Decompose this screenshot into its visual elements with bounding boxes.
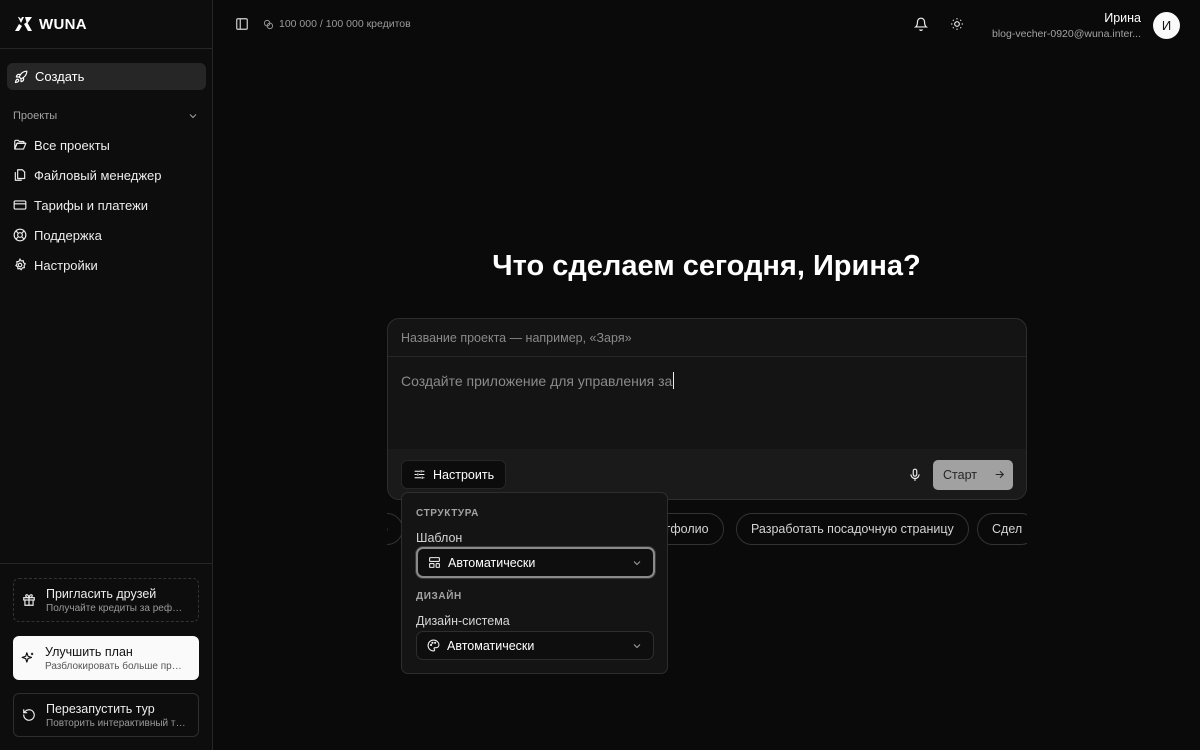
projects-nav: Все проекты Файловый менеджер Тарифы и п… bbox=[13, 130, 199, 280]
design-section-label: ДИЗАЙН bbox=[416, 591, 462, 602]
invite-title: Пригласить друзей bbox=[46, 586, 157, 601]
user-email: blog-vecher-0920@wuna.inter... bbox=[992, 28, 1141, 40]
avatar[interactable]: И bbox=[1153, 12, 1180, 39]
template-label: Шаблон bbox=[416, 531, 463, 545]
user-menu[interactable]: Ирина blog-vecher-0920@wuna.inter... И bbox=[992, 11, 1180, 40]
rocket-icon bbox=[14, 70, 28, 84]
invite-subtitle: Получайте кредиты за реферальную програм… bbox=[46, 602, 186, 614]
gear-icon bbox=[13, 258, 27, 272]
palette-icon bbox=[427, 639, 440, 652]
create-button-label: Создать bbox=[35, 69, 85, 84]
template-value: Автоматически bbox=[448, 555, 536, 570]
wuna-logo-icon bbox=[13, 15, 33, 33]
restart-tour-card[interactable]: Перезапустить тур Повторить интерактивны… bbox=[13, 693, 199, 737]
sidebar-item-all-projects[interactable]: Все проекты bbox=[13, 130, 199, 160]
design-system-select[interactable]: Автоматически bbox=[416, 631, 654, 660]
chevron-down-icon bbox=[631, 640, 643, 652]
sparkles-icon bbox=[21, 651, 35, 665]
sun-icon[interactable] bbox=[950, 17, 964, 31]
files-icon bbox=[13, 168, 27, 182]
bell-icon[interactable] bbox=[914, 17, 928, 31]
text-caret bbox=[673, 372, 675, 389]
topbar-left: 100 000 / 100 000 кредитов bbox=[235, 17, 411, 31]
sidebar: WUNA Создать Проекты Все проекты Файловы… bbox=[0, 0, 213, 750]
create-button[interactable]: Создать bbox=[7, 63, 206, 90]
upgrade-plan-card[interactable]: Улучшить план Разблокировать больше преи… bbox=[13, 636, 199, 680]
configure-label: Настроить bbox=[433, 467, 495, 482]
configure-button[interactable]: Настроить bbox=[401, 460, 507, 489]
credits-indicator: 100 000 / 100 000 кредитов bbox=[263, 18, 411, 30]
projects-header: Проекты bbox=[13, 110, 58, 122]
sidebar-item-settings[interactable]: Настройки bbox=[13, 250, 199, 280]
project-name-input[interactable]: Название проекта — например, «Заря» bbox=[388, 319, 1026, 357]
sliders-icon bbox=[413, 468, 426, 481]
upgrade-title: Улучшить план bbox=[45, 644, 133, 659]
coins-icon bbox=[263, 19, 274, 30]
microphone-icon[interactable] bbox=[908, 468, 922, 482]
sidebar-item-file-manager[interactable]: Файловый менеджер bbox=[13, 160, 199, 190]
lifebuoy-icon bbox=[13, 228, 27, 242]
prompt-card: Название проекта — например, «Заря» Созд… bbox=[387, 318, 1027, 500]
start-button[interactable]: Старт bbox=[933, 459, 1013, 490]
chevron-down-icon bbox=[631, 557, 643, 569]
sidebar-toggle-icon[interactable] bbox=[235, 17, 249, 31]
tour-subtitle: Повторить интерактивный тур bbox=[46, 717, 186, 729]
invite-friends-card[interactable]: Пригласить друзей Получайте кредиты за р… bbox=[13, 578, 199, 622]
sidebar-item-support[interactable]: Поддержка bbox=[13, 220, 199, 250]
arrow-right-icon bbox=[993, 468, 1006, 481]
suggestion-chip[interactable]: Сдел bbox=[977, 513, 1027, 545]
topbar-actions bbox=[914, 17, 964, 31]
rotate-ccw-icon bbox=[22, 708, 36, 722]
page-title: Что сделаем сегодня, Ирина? bbox=[492, 250, 921, 282]
credits-text: 100 000 / 100 000 кредитов bbox=[279, 18, 411, 30]
sidebar-item-billing[interactable]: Тарифы и платежи bbox=[13, 190, 199, 220]
sidebar-item-label: Тарифы и платежи bbox=[34, 197, 149, 213]
upgrade-subtitle: Разблокировать больше преимуществ bbox=[45, 660, 185, 672]
layout-template-icon bbox=[428, 556, 441, 569]
start-label: Старт bbox=[943, 467, 977, 482]
template-select[interactable]: Автоматически bbox=[416, 547, 655, 578]
design-system-value: Автоматически bbox=[447, 638, 535, 653]
gift-icon bbox=[22, 593, 36, 607]
folder-open-icon bbox=[13, 138, 27, 152]
structure-section-label: СТРУКТУРА bbox=[416, 508, 479, 519]
sidebar-item-label: Файловый менеджер bbox=[34, 167, 162, 183]
logo[interactable]: WUNA bbox=[0, 0, 212, 49]
sidebar-promos: Пригласить друзей Получайте кредиты за р… bbox=[0, 563, 212, 750]
sidebar-item-label: Настройки bbox=[34, 257, 98, 273]
projects-section-toggle[interactable]: Проекты bbox=[13, 108, 199, 124]
user-name: Ирина bbox=[1104, 11, 1141, 25]
credit-card-icon bbox=[13, 198, 27, 212]
design-system-label: Дизайн-система bbox=[416, 614, 510, 628]
tour-title: Перезапустить тур bbox=[46, 701, 155, 716]
prompt-textarea[interactable]: Создайте приложение для управления за bbox=[388, 357, 1026, 449]
chevron-down-icon bbox=[187, 110, 199, 122]
config-panel: СТРУКТУРА Шаблон Автоматически ДИЗАЙН Ди… bbox=[401, 492, 668, 674]
suggestion-chip[interactable]: Разработать посадочную страницу bbox=[736, 513, 969, 545]
sidebar-item-label: Поддержка bbox=[34, 227, 102, 243]
prompt-text: Создайте приложение для управления за bbox=[401, 373, 673, 389]
sidebar-item-label: Все проекты bbox=[34, 137, 110, 153]
logo-text: WUNA bbox=[39, 15, 87, 33]
